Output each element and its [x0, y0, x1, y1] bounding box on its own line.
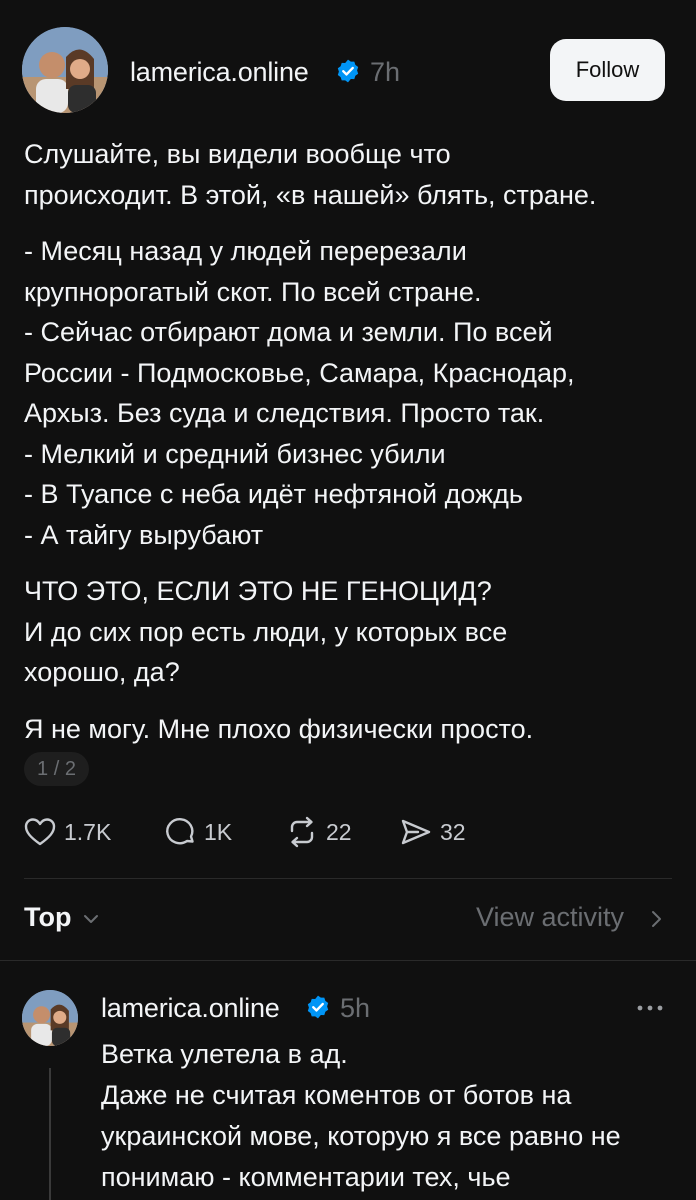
like-count: 1.7K	[64, 818, 112, 845]
post-paragraph: Я не могу. Мне плохо физически просто.	[24, 709, 674, 750]
avatar-photo	[22, 27, 108, 113]
text-line: ЧТО ЭТО, ЕСЛИ ЭТО НЕ ГЕНОЦИД?	[24, 576, 492, 606]
comment-count: 1K	[204, 818, 233, 845]
repost-icon	[290, 816, 314, 848]
divider	[0, 960, 696, 961]
reply-text: Ветка улетела в ад. Даже не считая комен…	[101, 1034, 681, 1198]
text-line: Я не могу. Мне плохо физически просто.	[24, 713, 534, 744]
chevron-right-icon[interactable]	[645, 906, 667, 932]
heart-icon	[24, 818, 56, 846]
reply-author-username[interactable]: lamerica.online	[101, 993, 280, 1024]
text-line: - Сейчас отбирают дома и земли. По всей	[24, 317, 553, 347]
thread-page-indicator: 1 / 2	[24, 752, 89, 786]
follow-button[interactable]: Follow	[550, 39, 665, 101]
view-activity-link[interactable]: View activity	[476, 902, 624, 933]
chevron-down-icon[interactable]	[80, 908, 102, 930]
verified-badge-icon	[337, 59, 359, 83]
author-avatar[interactable]	[22, 27, 108, 113]
text-line: - А тайгу вырубают	[24, 519, 264, 550]
text-line: Ветка улетела в ад.	[101, 1039, 348, 1069]
post-paragraph: - Месяц назад у людей перерезали крупнор…	[24, 231, 674, 555]
divider	[24, 878, 672, 879]
post-paragraph: Слушайте, вы видели вообще что происходи…	[24, 134, 674, 215]
text-line: украинской мове, которую я все равно не	[101, 1121, 621, 1151]
thread-screen: lamerica.online 7h Follow Слушайте, вы в…	[0, 0, 696, 1200]
more-options-icon[interactable]	[632, 994, 668, 1022]
post-text: Слушайте, вы видели вообще что происходи…	[24, 134, 674, 765]
text-line: - Месяц назад у людей перерезали	[24, 236, 467, 266]
text-line: И до сих пор есть люди, у которых все	[24, 616, 508, 647]
post-paragraph: ЧТО ЭТО, ЕСЛИ ЭТО НЕ ГЕНОЦИД? И до сих п…	[24, 571, 674, 693]
reply-timestamp: 5h	[340, 993, 371, 1023]
post-header: lamerica.online 7h Follow	[0, 0, 696, 140]
verified-badge-icon	[307, 995, 329, 1019]
text-line: крупнорогатый скот. По всей стране.	[24, 276, 482, 307]
text-line: России - Подмосковье, Самара, Краснодар,	[24, 357, 575, 388]
comment-bubble-icon	[166, 818, 194, 845]
text-line: понимаю - комментарии тех, чье	[101, 1162, 511, 1192]
send-icon	[401, 819, 431, 845]
repost-button[interactable]: 22	[284, 812, 352, 852]
sort-dropdown[interactable]: Top	[24, 902, 71, 933]
text-line: хорошо, да?	[24, 657, 180, 687]
text-line: Архыз. Без суда и следствия. Просто так.	[24, 398, 545, 428]
thread-connector-line	[49, 1068, 51, 1200]
reply-author-avatar[interactable]	[22, 990, 78, 1046]
post-timestamp: 7h	[370, 57, 401, 87]
share-button[interactable]: 32	[398, 812, 466, 852]
avatar-photo	[22, 990, 78, 1046]
comment-button[interactable]: 1K	[162, 812, 232, 852]
post-actions: 1.7K 1K 22 32	[22, 812, 622, 852]
text-line: Даже не считая коментов от ботов на	[101, 1080, 572, 1110]
like-button[interactable]: 1.7K	[22, 812, 111, 852]
author-username[interactable]: lamerica.online	[130, 57, 309, 88]
text-line: - Мелкий и средний бизнес убили	[24, 438, 446, 469]
text-line: происходит. В этой, «в нашей» блять, стр…	[24, 179, 597, 210]
text-line: Слушайте, вы видели вообще что	[24, 139, 451, 169]
repost-count: 22	[326, 818, 352, 845]
text-line: - В Туапсе с неба идёт нефтяной дождь	[24, 479, 523, 509]
share-count: 32	[440, 818, 466, 845]
